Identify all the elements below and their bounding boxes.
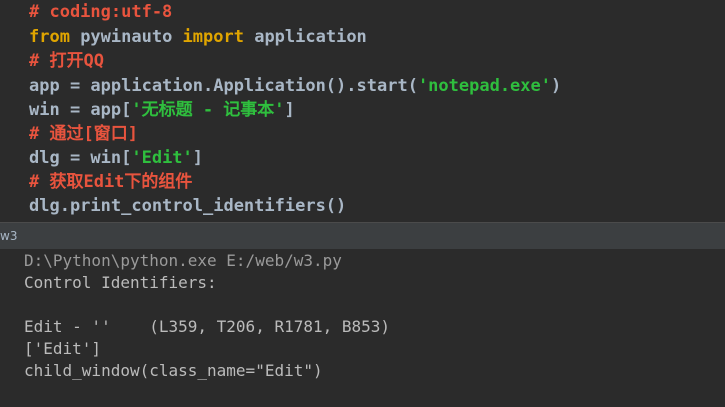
code-token-keyword: import — [182, 27, 244, 47]
code-token-string: '无标题 - 记事本' — [131, 100, 285, 120]
console-output-line: ['Edit'] — [24, 339, 102, 358]
code-line[interactable]: from pywinauto import application — [29, 25, 367, 49]
code-token-plain: app = application.Application().start( — [29, 76, 418, 96]
code-token-plain: ] — [192, 148, 204, 168]
code-token-plain: pywinauto — [69, 27, 183, 47]
code-token-plain: ) — [551, 76, 562, 96]
run-tab-label[interactable]: w3 — [0, 228, 17, 244]
console-output-line: Edit - '' (L359, T206, R1781, B853) — [24, 317, 391, 336]
run-console-output[interactable]: D:\Python\python.exe E:/web/w3.py Control… — [0, 249, 725, 407]
code-line[interactable]: # 打开QQ — [29, 49, 104, 73]
console-command-line: D:\Python\python.exe E:/web/w3.py — [24, 251, 342, 270]
code-line[interactable]: dlg = win['Edit'] — [29, 146, 203, 170]
code-token-plain: ] — [284, 100, 295, 120]
code-line[interactable]: # 通过[窗口] — [29, 122, 138, 146]
code-token-comment: # 获取Edit下的组件 — [29, 172, 193, 192]
console-output-line: Control Identifiers: — [24, 273, 217, 292]
code-line[interactable]: dlg.print_control_identifiers() — [29, 194, 346, 218]
code-token-plain: dlg.print_control_identifiers() — [29, 196, 347, 216]
code-token-comment: # coding:utf-8 — [29, 2, 173, 22]
editor-gutter — [0, 0, 22, 222]
code-token-keyword: from — [29, 27, 70, 47]
code-token-comment: # 打开QQ — [29, 51, 104, 71]
code-line[interactable]: win = app['无标题 - 记事本'] — [29, 98, 295, 122]
code-line[interactable]: app = application.Application().start('n… — [29, 74, 561, 98]
console-output-line: child_window(class_name="Edit") — [24, 361, 323, 380]
code-token-plain: dlg = win[ — [29, 148, 132, 168]
code-line[interactable]: # coding:utf-8 — [29, 0, 172, 24]
run-tool-window-header: w3 — [0, 222, 725, 250]
code-token-string: 'notepad.exe' — [417, 76, 551, 96]
code-token-plain: application — [243, 27, 367, 47]
code-token-comment: # 通过[窗口] — [29, 124, 138, 144]
code-token-string: 'Edit' — [131, 148, 193, 168]
code-editor[interactable]: # coding:utf-8 from pywinauto import appl… — [0, 0, 725, 222]
code-token-plain: win = app[ — [29, 100, 132, 120]
code-line[interactable]: # 获取Edit下的组件 — [29, 170, 192, 194]
